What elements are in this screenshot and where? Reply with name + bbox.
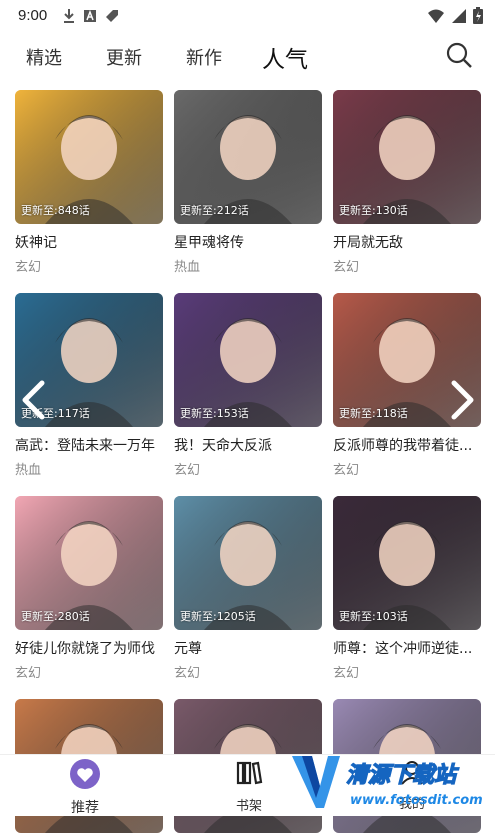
comic-title: 开局就无敌: [333, 235, 403, 251]
comic-cover-image: 更新至:280话: [15, 496, 163, 630]
heart-icon: [70, 759, 100, 789]
comic-title: 星甲魂将传: [174, 235, 244, 251]
comic-cover-image: 更新至:848话: [15, 90, 163, 224]
comic-cover-image: 更新至:130话: [333, 90, 481, 224]
next-arrow-button[interactable]: [450, 380, 476, 424]
comic-title: 高武：登陆未来一万年: [15, 438, 155, 454]
comic-card[interactable]: 更新至:103话师尊：这个冲师逆徒... 玄幻: [333, 496, 481, 681]
tab-featured[interactable]: 精选: [26, 44, 62, 70]
update-badge: 更新至:153话: [180, 407, 249, 420]
svg-text:www.fotosdit.com: www.fotosdit.com: [350, 793, 483, 808]
update-badge: 更新至:130话: [339, 204, 408, 217]
status-system-icons: [427, 7, 483, 24]
comic-card[interactable]: 更新至:153话我！天命大反派 玄幻: [174, 293, 322, 478]
nav-bookshelf-label: 书架: [235, 799, 262, 814]
update-badge: 更新至:280话: [21, 610, 90, 623]
comic-cover-image: 更新至:1205话: [174, 496, 322, 630]
comic-title: 反派师尊的我带着徒...: [333, 438, 473, 454]
search-button[interactable]: [445, 41, 473, 73]
download-icon: [64, 9, 74, 23]
comic-cover-image: 更新至:153话: [174, 293, 322, 427]
comic-cover-image: 更新至:212话: [174, 90, 322, 224]
comic-cover-image: 更新至:103话: [333, 496, 481, 630]
chevron-left-icon: [22, 380, 45, 420]
prev-arrow-button[interactable]: [20, 380, 46, 424]
update-badge: 更新至:118话: [339, 407, 408, 420]
comic-genre: 热血: [174, 260, 201, 275]
comic-genre: 玄幻: [333, 260, 360, 275]
tab-new[interactable]: 新作: [186, 44, 222, 70]
update-badge: 更新至:848话: [21, 204, 90, 217]
watermark-overlay: 清源下载站 www.fotosdit.com: [290, 752, 490, 812]
category-tabs: 精选 更新 新作 人气: [0, 36, 495, 78]
watermark-logo: 清源下载站 www.fotosdit.com: [292, 756, 483, 808]
chevron-right-icon: [451, 380, 474, 420]
app-a-icon: [84, 9, 96, 22]
battery-icon: [473, 7, 483, 24]
search-icon: [446, 42, 472, 68]
comic-genre: 玄幻: [15, 666, 42, 681]
update-badge: 更新至:212话: [180, 204, 249, 217]
nav-recommend-label: 推荐: [71, 800, 99, 816]
update-badge: 更新至:1205话: [180, 610, 256, 623]
comic-card[interactable]: 更新至:1205话元尊玄幻: [174, 496, 322, 681]
comic-title: 我！天命大反派: [174, 438, 272, 454]
comic-genre: 玄幻: [333, 666, 360, 681]
status-bar: 9:00: [0, 0, 495, 32]
comic-genre: 玄幻: [174, 463, 201, 478]
tab-updated[interactable]: 更新: [106, 44, 142, 70]
comic-card[interactable]: 更新至:280话好徒儿你就饶了为师伐 玄幻: [15, 496, 163, 681]
comic-title: 师尊：这个冲师逆徒...: [333, 641, 473, 657]
svg-text:清源下载站: 清源下载站: [346, 763, 460, 788]
comic-genre: 玄幻: [174, 666, 201, 681]
comic-title: 妖神记: [15, 235, 57, 251]
comic-card[interactable]: 更新至:848话妖神记玄幻: [15, 90, 163, 275]
wifi-icon: [428, 9, 444, 23]
bookshelf-icon: [236, 761, 263, 785]
comic-genre: 玄幻: [333, 463, 360, 478]
nav-bookshelf[interactable]: 书架: [226, 759, 272, 814]
status-notification-icons: [62, 8, 120, 24]
tab-popular[interactable]: 人气: [262, 40, 308, 74]
status-time: 9:00: [18, 7, 48, 24]
comic-card[interactable]: 更新至:212话星甲魂将传热血: [174, 90, 322, 275]
tag-icon: [106, 10, 118, 22]
comic-card[interactable]: 更新至:130话开局就无敌玄幻: [333, 90, 481, 275]
update-badge: 更新至:103话: [339, 610, 408, 623]
nav-recommend[interactable]: 推荐: [62, 759, 108, 817]
comic-title: 元尊: [174, 641, 202, 657]
comic-genre: 热血: [15, 463, 42, 478]
comic-title: 好徒儿你就饶了为师伐: [15, 641, 155, 657]
signal-icon: [452, 8, 466, 23]
comic-genre: 玄幻: [15, 260, 42, 275]
